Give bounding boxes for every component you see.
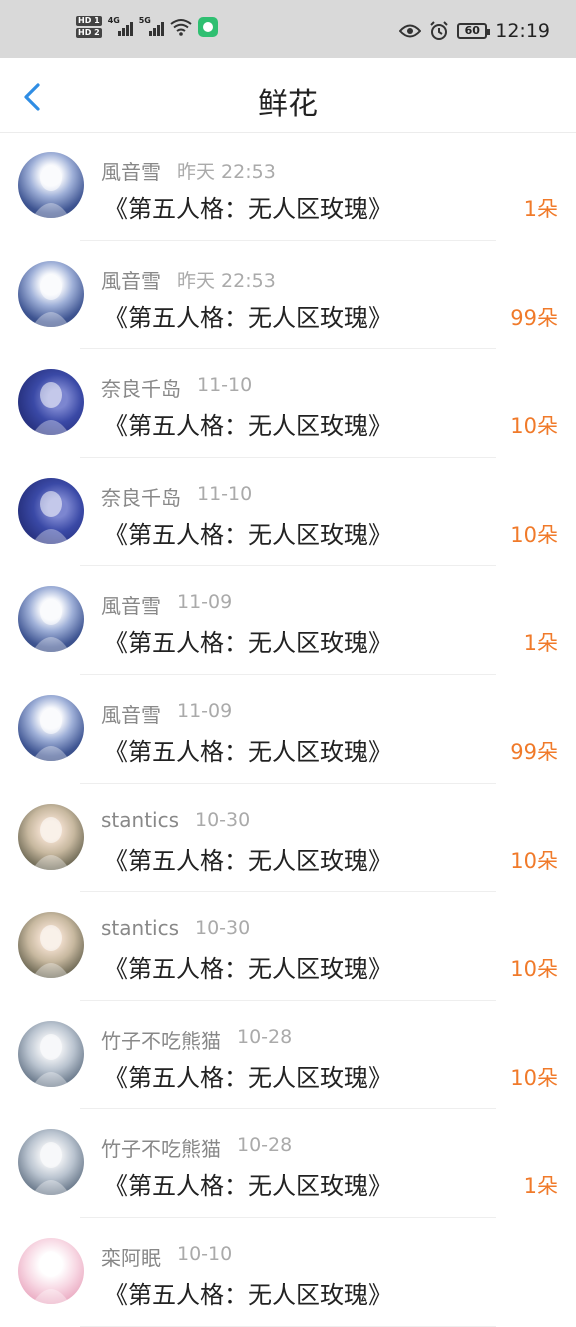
list-item[interactable]: 奈良千岛 11-10 《第五人格：无人区玫瑰》 10朵 [0, 458, 576, 567]
send-time: 11-09 [177, 699, 233, 722]
avatar[interactable] [18, 369, 84, 436]
gift-work-title: 《第五人格：无人区玫瑰》 [104, 1063, 392, 1092]
sender-name[interactable]: stantics [101, 808, 179, 832]
avatar[interactable] [18, 694, 84, 761]
gift-work-title: 《第五人格：无人区玫瑰》 [104, 520, 392, 549]
sender-name[interactable]: 風音雪 [101, 265, 161, 294]
gift-work-title: 《第五人格：无人区玫瑰》 [104, 195, 392, 223]
sender-name[interactable]: 奈良千岛 [101, 373, 181, 402]
sender-name[interactable]: stantics [101, 916, 179, 940]
send-time: 10-30 [195, 808, 251, 831]
send-time: 10-10 [177, 1242, 233, 1265]
list-item[interactable]: 栾阿眠 10-10 《第五人格：无人区玫瑰》 [0, 1218, 576, 1327]
battery-icon: 60 [457, 23, 491, 39]
signal-icon-1: 4G [107, 16, 133, 36]
send-time: 10-28 [237, 1025, 293, 1048]
list-item[interactable]: 風音雪 11-09 《第五人格：无人区玫瑰》 1朵 [0, 566, 576, 675]
avatar[interactable] [18, 803, 84, 870]
gift-work-title: 《第五人格：无人区玫瑰》 [104, 629, 392, 658]
gift-work-title: 《第五人格：无人区玫瑰》 [104, 955, 392, 984]
avatar[interactable] [18, 260, 84, 327]
flower-count: 10朵 [510, 848, 558, 873]
send-time: 昨天 22:53 [177, 161, 276, 183]
send-time: 11-10 [197, 482, 253, 505]
avatar[interactable] [18, 1020, 84, 1087]
gift-work-title: 《第五人格：无人区玫瑰》 [104, 1280, 392, 1309]
avatar[interactable] [18, 1129, 84, 1196]
divider [80, 1325, 496, 1327]
send-time: 11-09 [177, 591, 233, 614]
list-item[interactable]: 竹子不吃熊猫 10-28 《第五人格：无人区玫瑰》 10朵 [0, 1001, 576, 1110]
flower-count: 1朵 [523, 631, 558, 656]
status-bar: HD 1 HD 2 4G 5G 60 12:19 [0, 0, 576, 58]
flower-count: 10朵 [510, 957, 558, 982]
gift-work-title: 《第五人格：无人区玫瑰》 [104, 412, 392, 441]
hd-badges: HD 1 HD 2 [76, 16, 102, 38]
flower-count: 10朵 [510, 522, 558, 547]
send-time: 10-28 [237, 1134, 293, 1157]
clock: 12:19 [495, 20, 550, 42]
list-item[interactable]: 風音雪 昨天 22:53 《第五人格：无人区玫瑰》 1朵 [0, 132, 576, 241]
sender-name[interactable]: 風音雪 [101, 590, 161, 619]
status-right: 60 12:19 [399, 20, 550, 42]
list-item[interactable]: 奈良千岛 11-10 《第五人格：无人区玫瑰》 10朵 [0, 349, 576, 458]
hd2-badge: HD 2 [76, 28, 102, 38]
sender-name[interactable]: 風音雪 [101, 699, 161, 728]
flower-count: 99朵 [510, 305, 558, 330]
sender-name[interactable]: 風音雪 [101, 156, 161, 185]
gift-work-title: 《第五人格：无人区玫瑰》 [104, 846, 392, 875]
avatar[interactable] [18, 477, 84, 544]
flower-count: 1朵 [523, 1174, 558, 1199]
flower-count: 99朵 [510, 739, 558, 764]
nav-header: 鲜花 [0, 58, 576, 133]
status-left: HD 1 HD 2 4G 5G [76, 16, 218, 38]
wifi-icon [170, 19, 192, 36]
avatar[interactable] [18, 152, 84, 218]
flower-count: 1朵 [523, 197, 558, 221]
network-type-1: 4G [107, 16, 120, 25]
eye-icon [399, 24, 422, 38]
alarm-icon [430, 21, 448, 40]
flower-record-list[interactable]: 風音雪 昨天 22:53 《第五人格：无人区玫瑰》 1朵 風音雪 昨天 22:53 《第五人… [0, 132, 576, 1327]
list-item[interactable]: stantics 10-30 《第五人格：无人区玫瑰》 10朵 [0, 892, 576, 1001]
avatar[interactable] [18, 586, 84, 653]
flower-count: 10朵 [510, 414, 558, 439]
list-item[interactable]: 風音雪 11-09 《第五人格：无人区玫瑰》 99朵 [0, 675, 576, 784]
app-notification-icon [197, 17, 218, 37]
gift-work-title: 《第五人格：无人区玫瑰》 [104, 1172, 392, 1201]
send-time: 10-30 [195, 917, 251, 940]
hd1-badge: HD 1 [76, 16, 102, 26]
avatar[interactable] [18, 1237, 84, 1304]
gift-work-title: 《第五人格：无人区玫瑰》 [104, 737, 392, 766]
gift-work-title: 《第五人格：无人区玫瑰》 [104, 303, 392, 332]
send-time: 11-10 [197, 374, 253, 397]
sender-name[interactable]: 竹子不吃熊猫 [101, 1025, 221, 1054]
avatar[interactable] [18, 912, 84, 979]
sender-name[interactable]: 竹子不吃熊猫 [101, 1133, 221, 1162]
list-item[interactable]: stantics 10-30 《第五人格：无人区玫瑰》 10朵 [0, 784, 576, 893]
signal-icon-2: 5G [138, 16, 164, 36]
list-item[interactable]: 竹子不吃熊猫 10-28 《第五人格：无人区玫瑰》 1朵 [0, 1109, 576, 1218]
page-title: 鲜花 [258, 87, 318, 122]
network-type-2: 5G [138, 16, 151, 25]
flower-count: 10朵 [510, 1065, 558, 1090]
sender-name[interactable]: 奈良千岛 [101, 482, 181, 511]
send-time: 昨天 22:53 [177, 269, 276, 292]
sender-name[interactable]: 栾阿眠 [101, 1242, 161, 1271]
list-item[interactable]: 風音雪 昨天 22:53 《第五人格：无人区玫瑰》 99朵 [0, 241, 576, 350]
